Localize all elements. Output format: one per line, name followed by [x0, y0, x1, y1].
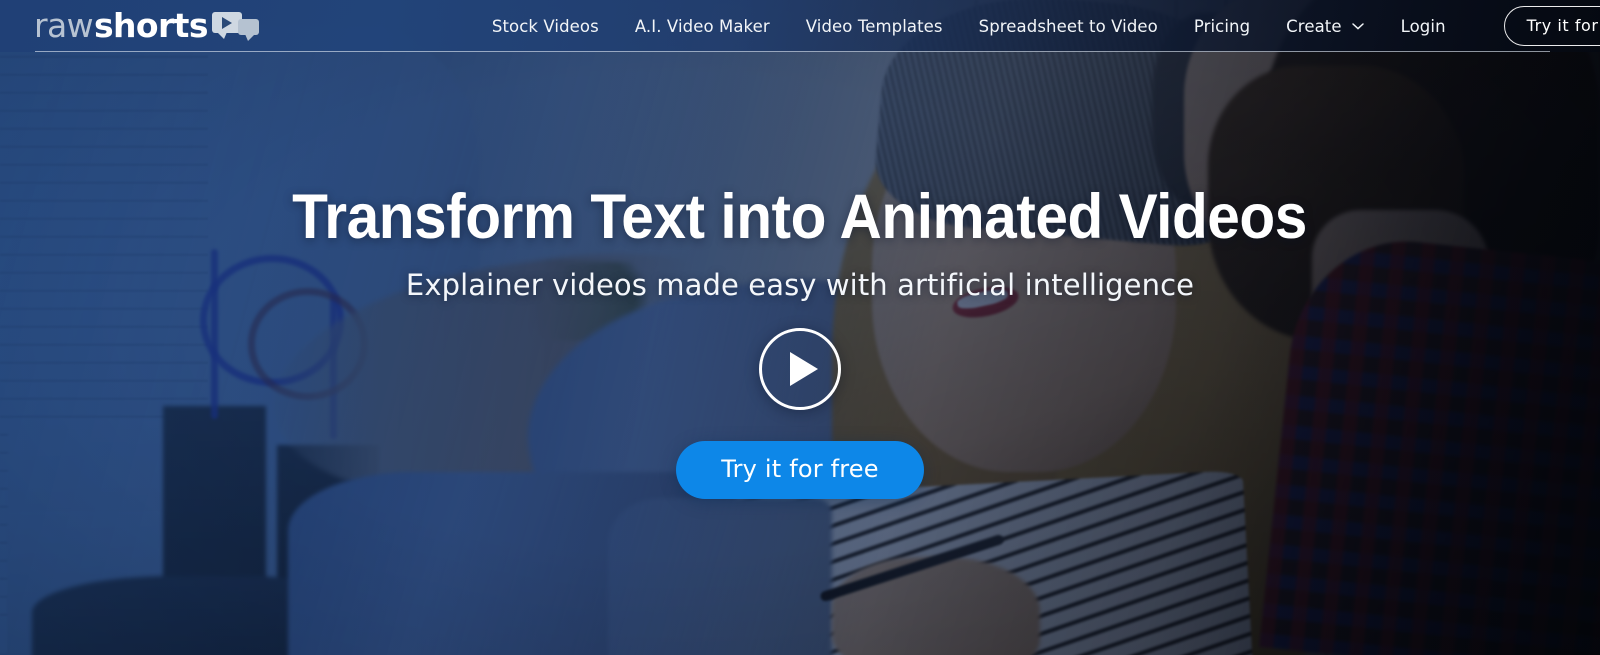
nav-spreadsheet-to-video[interactable]: Spreadsheet to Video [979, 17, 1158, 36]
site-logo[interactable]: raw shorts [34, 6, 264, 45]
hero-title: Transform Text into Animated Videos [292, 182, 1308, 252]
chevron-down-icon [1351, 19, 1365, 33]
play-icon [789, 351, 818, 386]
nav-create-label: Create [1286, 16, 1342, 36]
nav-login[interactable]: Login [1401, 17, 1446, 36]
logo-text-shorts: shorts [93, 5, 209, 45]
main-navigation: Stock Videos A.I. Video Maker Video Temp… [492, 6, 1600, 46]
header-divider [35, 51, 1550, 52]
site-header: raw shorts Stock Videos A.I. Video Maker… [0, 0, 1600, 52]
nav-video-templates[interactable]: Video Templates [806, 17, 943, 36]
hero-section: raw shorts Stock Videos A.I. Video Maker… [0, 0, 1600, 655]
logo-text-raw: raw [34, 5, 94, 45]
header-try-it-for-free-button[interactable]: Try it for free [1503, 6, 1600, 46]
hero-content: Transform Text into Animated Videos Expl… [0, 0, 1600, 655]
nav-create[interactable]: Create [1286, 17, 1364, 36]
speech-bubble-play-icon [211, 9, 264, 41]
hero-subtitle: Explainer videos made easy with artifici… [405, 267, 1195, 302]
nav-pricing[interactable]: Pricing [1194, 17, 1250, 36]
nav-ai-video-maker[interactable]: A.I. Video Maker [635, 17, 770, 36]
nav-stock-videos[interactable]: Stock Videos [492, 17, 599, 36]
hero-try-it-for-free-button[interactable]: Try it for free [676, 440, 924, 499]
play-video-button[interactable] [759, 327, 841, 410]
